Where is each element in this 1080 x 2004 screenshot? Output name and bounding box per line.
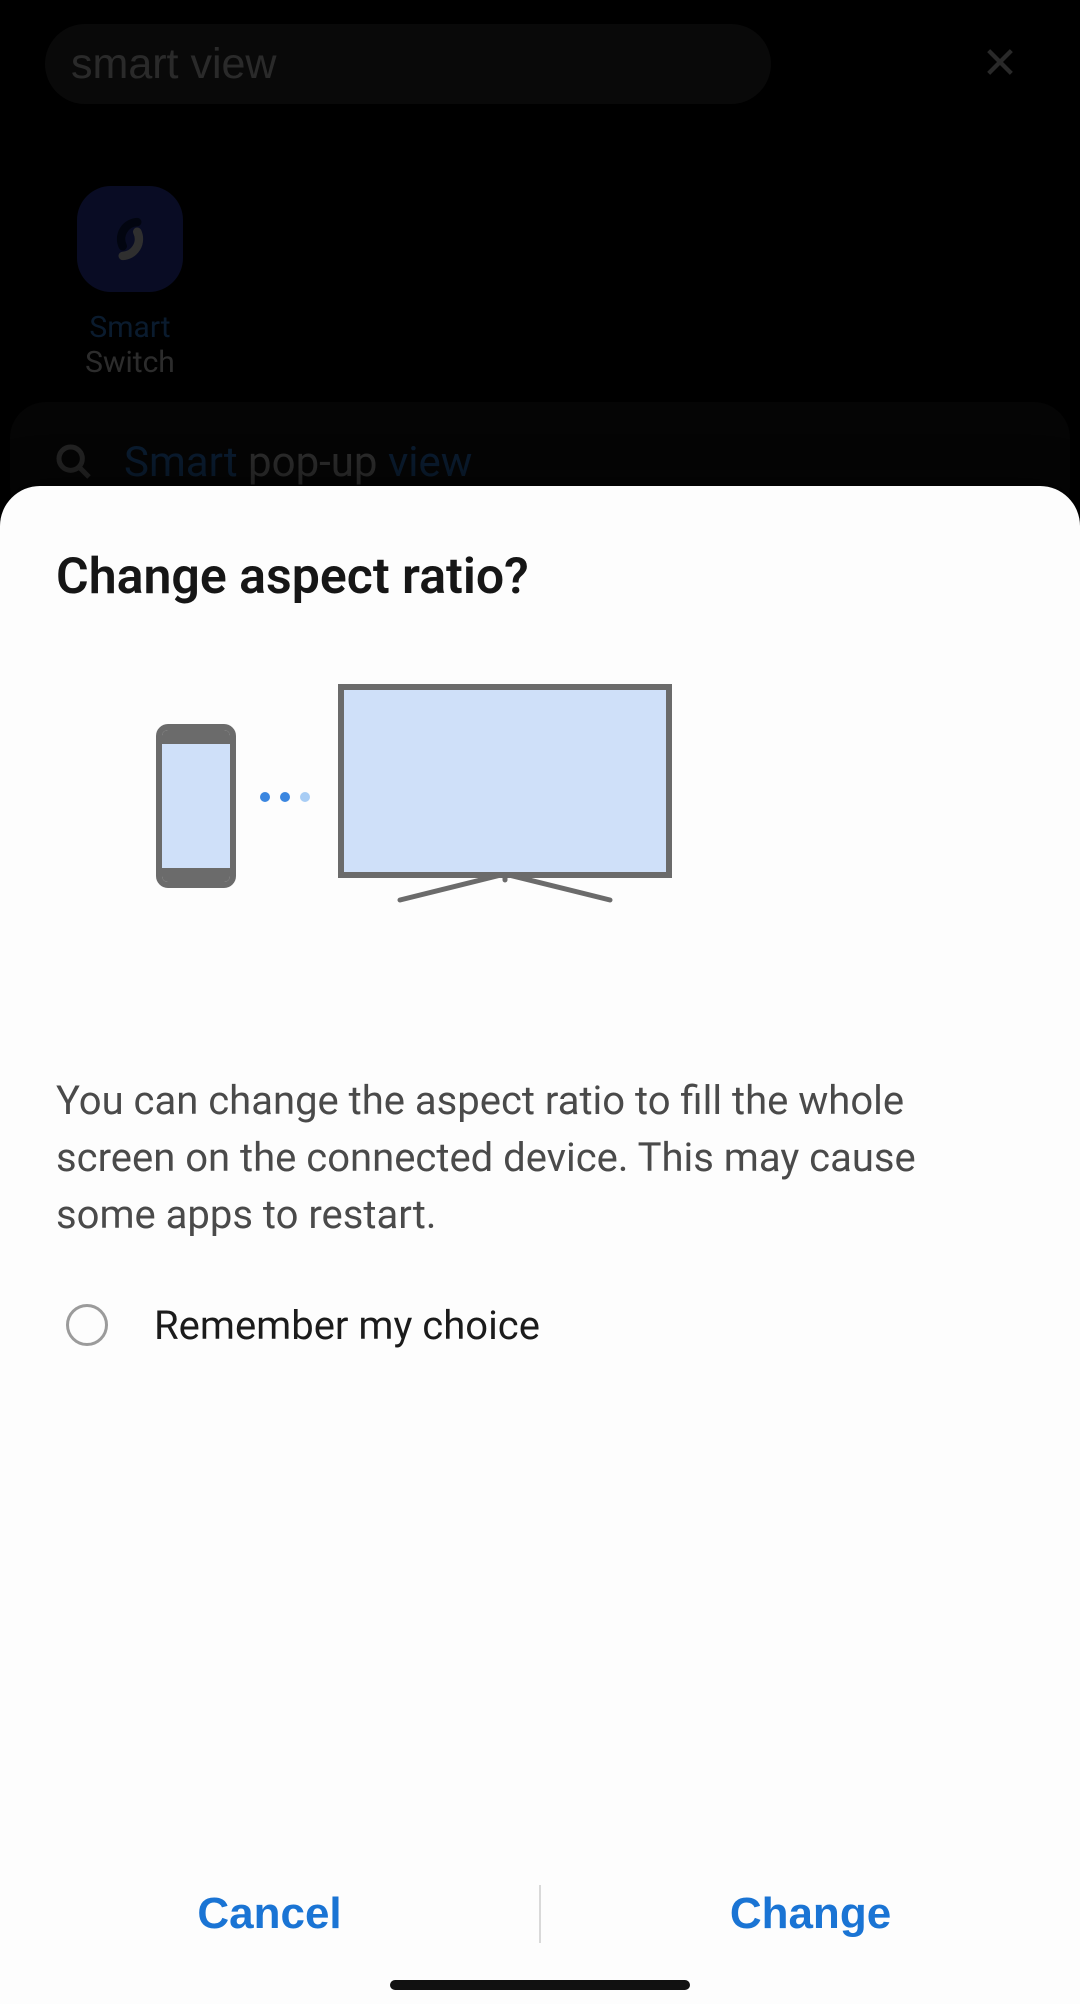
search-input[interactable] [71,40,745,89]
dialog-title: Change aspect ratio? [0,486,1080,606]
tv-icon [338,684,672,878]
app-search-result[interactable]: Smart Switch [50,186,210,380]
smart-switch-app-icon [77,186,183,292]
connection-dots-icon [260,792,310,802]
suggestion-highlight: Smart [124,438,238,487]
phone-icon [156,724,236,888]
search-icon [54,442,94,482]
app-result-line1: Smart [50,310,210,345]
remember-choice-radio[interactable] [66,1304,108,1346]
dialog-illustration [0,684,1080,1014]
screen-root: Smart Switch Smart pop-up view Change as… [0,0,1080,2004]
remember-choice-label: Remember my choice [154,1302,540,1349]
close-icon [983,45,1017,79]
dialog-body-text: You can change the aspect ratio to fill … [0,1014,1080,1244]
suggestion-mid: pop-up [238,438,388,487]
remember-choice-row[interactable]: Remember my choice [0,1244,1080,1349]
search-field-container[interactable] [45,24,771,104]
gesture-bar [390,1980,690,1990]
cancel-button[interactable]: Cancel [0,1824,539,2004]
dialog-action-bar: Cancel Change [0,1824,1080,2004]
clear-search-button[interactable] [970,32,1030,92]
suggestion-highlight2: view [388,438,472,487]
aspect-ratio-dialog: Change aspect ratio? You can change the … [0,486,1080,2004]
search-suggestion-text: Smart pop-up view [124,438,472,487]
change-button[interactable]: Change [541,1824,1080,2004]
tv-stand-icon [392,874,618,904]
app-result-line2: Switch [50,345,210,380]
